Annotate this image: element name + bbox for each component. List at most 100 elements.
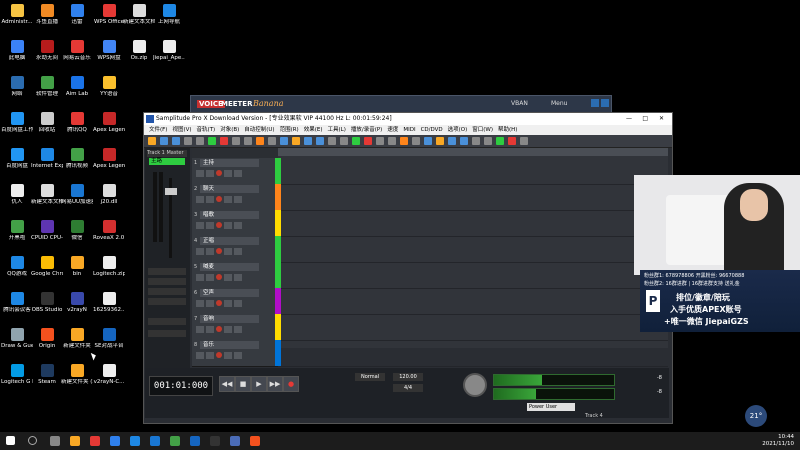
track-header[interactable]: 8 音乐	[192, 340, 278, 367]
start-button-icon[interactable]	[6, 436, 15, 445]
track-header[interactable]: 2 聊天	[192, 184, 278, 211]
desktop-icon[interactable]: Logitech.zip	[93, 254, 125, 288]
menu-item[interactable]: 范围(R)	[280, 127, 299, 133]
track-lane[interactable]	[278, 236, 668, 263]
monitor-button[interactable]	[224, 326, 232, 333]
desktop-icon[interactable]: 网易UU加速器	[61, 182, 93, 216]
app-icon[interactable]	[110, 436, 120, 446]
toolbar-button-icon[interactable]	[448, 137, 456, 145]
timecode-display[interactable]: 001:01:000	[149, 376, 213, 396]
toolbar-button-icon[interactable]	[460, 137, 468, 145]
fx-button[interactable]	[234, 222, 242, 229]
menu-item[interactable]: 音轨(T)	[197, 127, 216, 133]
desktop-icon[interactable]: Draw & Guess	[1, 326, 33, 360]
minimize-icon[interactable]	[591, 99, 599, 107]
app-icon[interactable]	[190, 436, 200, 446]
toolbar-button-icon[interactable]	[472, 137, 480, 145]
track-header[interactable]: 7 音响	[192, 314, 278, 341]
toolbar-button-icon[interactable]	[340, 137, 348, 145]
toolbar-button-icon[interactable]	[196, 137, 204, 145]
desktop-icon[interactable]: 回收站	[32, 110, 62, 144]
vban-button[interactable]: VBAN	[511, 100, 528, 107]
mute-button[interactable]	[196, 196, 204, 203]
solo-button[interactable]	[206, 222, 214, 229]
desktop-icon[interactable]: CPUID CPU-Z	[31, 218, 63, 252]
fx-button[interactable]	[234, 170, 242, 177]
desktop-icon[interactable]: Administr...	[1, 2, 33, 36]
toolbar-button-icon[interactable]	[496, 137, 504, 145]
monitor-button[interactable]	[224, 170, 232, 177]
desktop-icon[interactable]: Logitech G HUB	[1, 362, 33, 396]
effects-slot[interactable]	[148, 288, 186, 295]
fx-button[interactable]	[234, 248, 242, 255]
solo-button[interactable]	[206, 352, 214, 359]
mute-button[interactable]	[196, 352, 204, 359]
desktop-icon[interactable]: 此电脑	[2, 38, 32, 72]
toolbar-button-icon[interactable]	[424, 137, 432, 145]
desktop-icon[interactable]: 新建文件夹 (2)	[61, 362, 93, 396]
desktop-icon[interactable]: v2rayN	[62, 290, 92, 324]
toolbar-button-icon[interactable]	[436, 137, 444, 145]
record-arm-icon[interactable]	[216, 274, 222, 280]
app-icon[interactable]	[130, 436, 140, 446]
arrangement-area[interactable]	[278, 148, 668, 367]
solo-button[interactable]	[206, 196, 214, 203]
rewind-button[interactable]: ◀◀	[219, 376, 235, 392]
monitor-button[interactable]	[224, 196, 232, 203]
mute-button[interactable]	[196, 222, 204, 229]
record-button[interactable]: ●	[283, 376, 299, 392]
workspace-select[interactable]: Power User	[527, 403, 575, 411]
track-header[interactable]: 3 唱歌	[192, 210, 278, 237]
desktop-icon[interactable]: 新建文本文档	[123, 2, 155, 36]
desktop-icon[interactable]: 上网导航	[154, 2, 184, 36]
toolbar-button-icon[interactable]	[412, 137, 420, 145]
monitor-button[interactable]	[224, 248, 232, 255]
maximize-icon[interactable]: □	[642, 113, 648, 125]
desktop-icon[interactable]: RoveaX 2.0 The Meta	[93, 218, 125, 252]
solo-button[interactable]	[206, 274, 214, 281]
toolbar-button-icon[interactable]	[376, 137, 384, 145]
track-lane[interactable]	[278, 262, 668, 289]
track-header[interactable]: 5 喊麦	[192, 262, 278, 289]
track-name[interactable]: 音乐	[200, 341, 259, 349]
menu-item[interactable]: 工具(L)	[328, 127, 346, 133]
toolbar-button-icon[interactable]	[292, 137, 300, 145]
desktop-icon[interactable]: 新建文本文档 (2)	[31, 182, 63, 216]
menu-item[interactable]: 帮助(H)	[498, 127, 517, 133]
desktop-icon[interactable]: bin	[62, 254, 92, 288]
record-arm-icon[interactable]	[216, 222, 222, 228]
toolbar-button-icon[interactable]	[232, 137, 240, 145]
monitor-button[interactable]	[224, 222, 232, 229]
master-label[interactable]: 主路	[149, 158, 185, 165]
desktop-icon[interactable]: v2rayN-C...	[94, 362, 124, 396]
desktop-icon[interactable]: 仇人	[2, 182, 32, 216]
task-view-icon[interactable]	[50, 436, 60, 446]
desktop-icon[interactable]: 网易云音乐	[62, 38, 92, 72]
record-arm-icon[interactable]	[216, 300, 222, 306]
toolbar-button-icon[interactable]	[208, 137, 216, 145]
effects-slot[interactable]	[148, 298, 186, 305]
desktop-icon[interactable]: 网络	[2, 74, 32, 108]
desktop-icon[interactable]: SE对战平台	[94, 326, 124, 360]
menu-item[interactable]: 文件(F)	[149, 127, 167, 133]
menu-item[interactable]: 窗口(W)	[472, 127, 493, 133]
desktop-icon[interactable]: Apex Legends	[93, 110, 125, 144]
track-name[interactable]: 唱歌	[200, 211, 259, 219]
track-name[interactable]: 音响	[200, 315, 259, 323]
track-name[interactable]: 主持	[200, 159, 259, 167]
system-clock[interactable]: 10:44 2021/11/10	[762, 434, 794, 448]
menu-item[interactable]: 视图(V)	[172, 127, 191, 133]
toolbar-button-icon[interactable]	[304, 137, 312, 145]
mute-button[interactable]	[196, 170, 204, 177]
desktop-icon[interactable]: Internet Explorer	[31, 146, 63, 180]
desktop-icon[interactable]: 百度网盘工作空间	[1, 110, 33, 144]
app-icon[interactable]	[250, 436, 260, 446]
mute-button[interactable]	[196, 274, 204, 281]
monitor-button[interactable]	[224, 274, 232, 281]
desktop-icon[interactable]: 微信	[62, 218, 92, 252]
toolbar-button-icon[interactable]	[388, 137, 396, 145]
desktop-icon[interactable]: j20.dll	[94, 182, 124, 216]
desktop-icon[interactable]: 腾讯视频	[62, 146, 92, 180]
solo-button[interactable]	[206, 326, 214, 333]
fx-button[interactable]	[234, 300, 242, 307]
